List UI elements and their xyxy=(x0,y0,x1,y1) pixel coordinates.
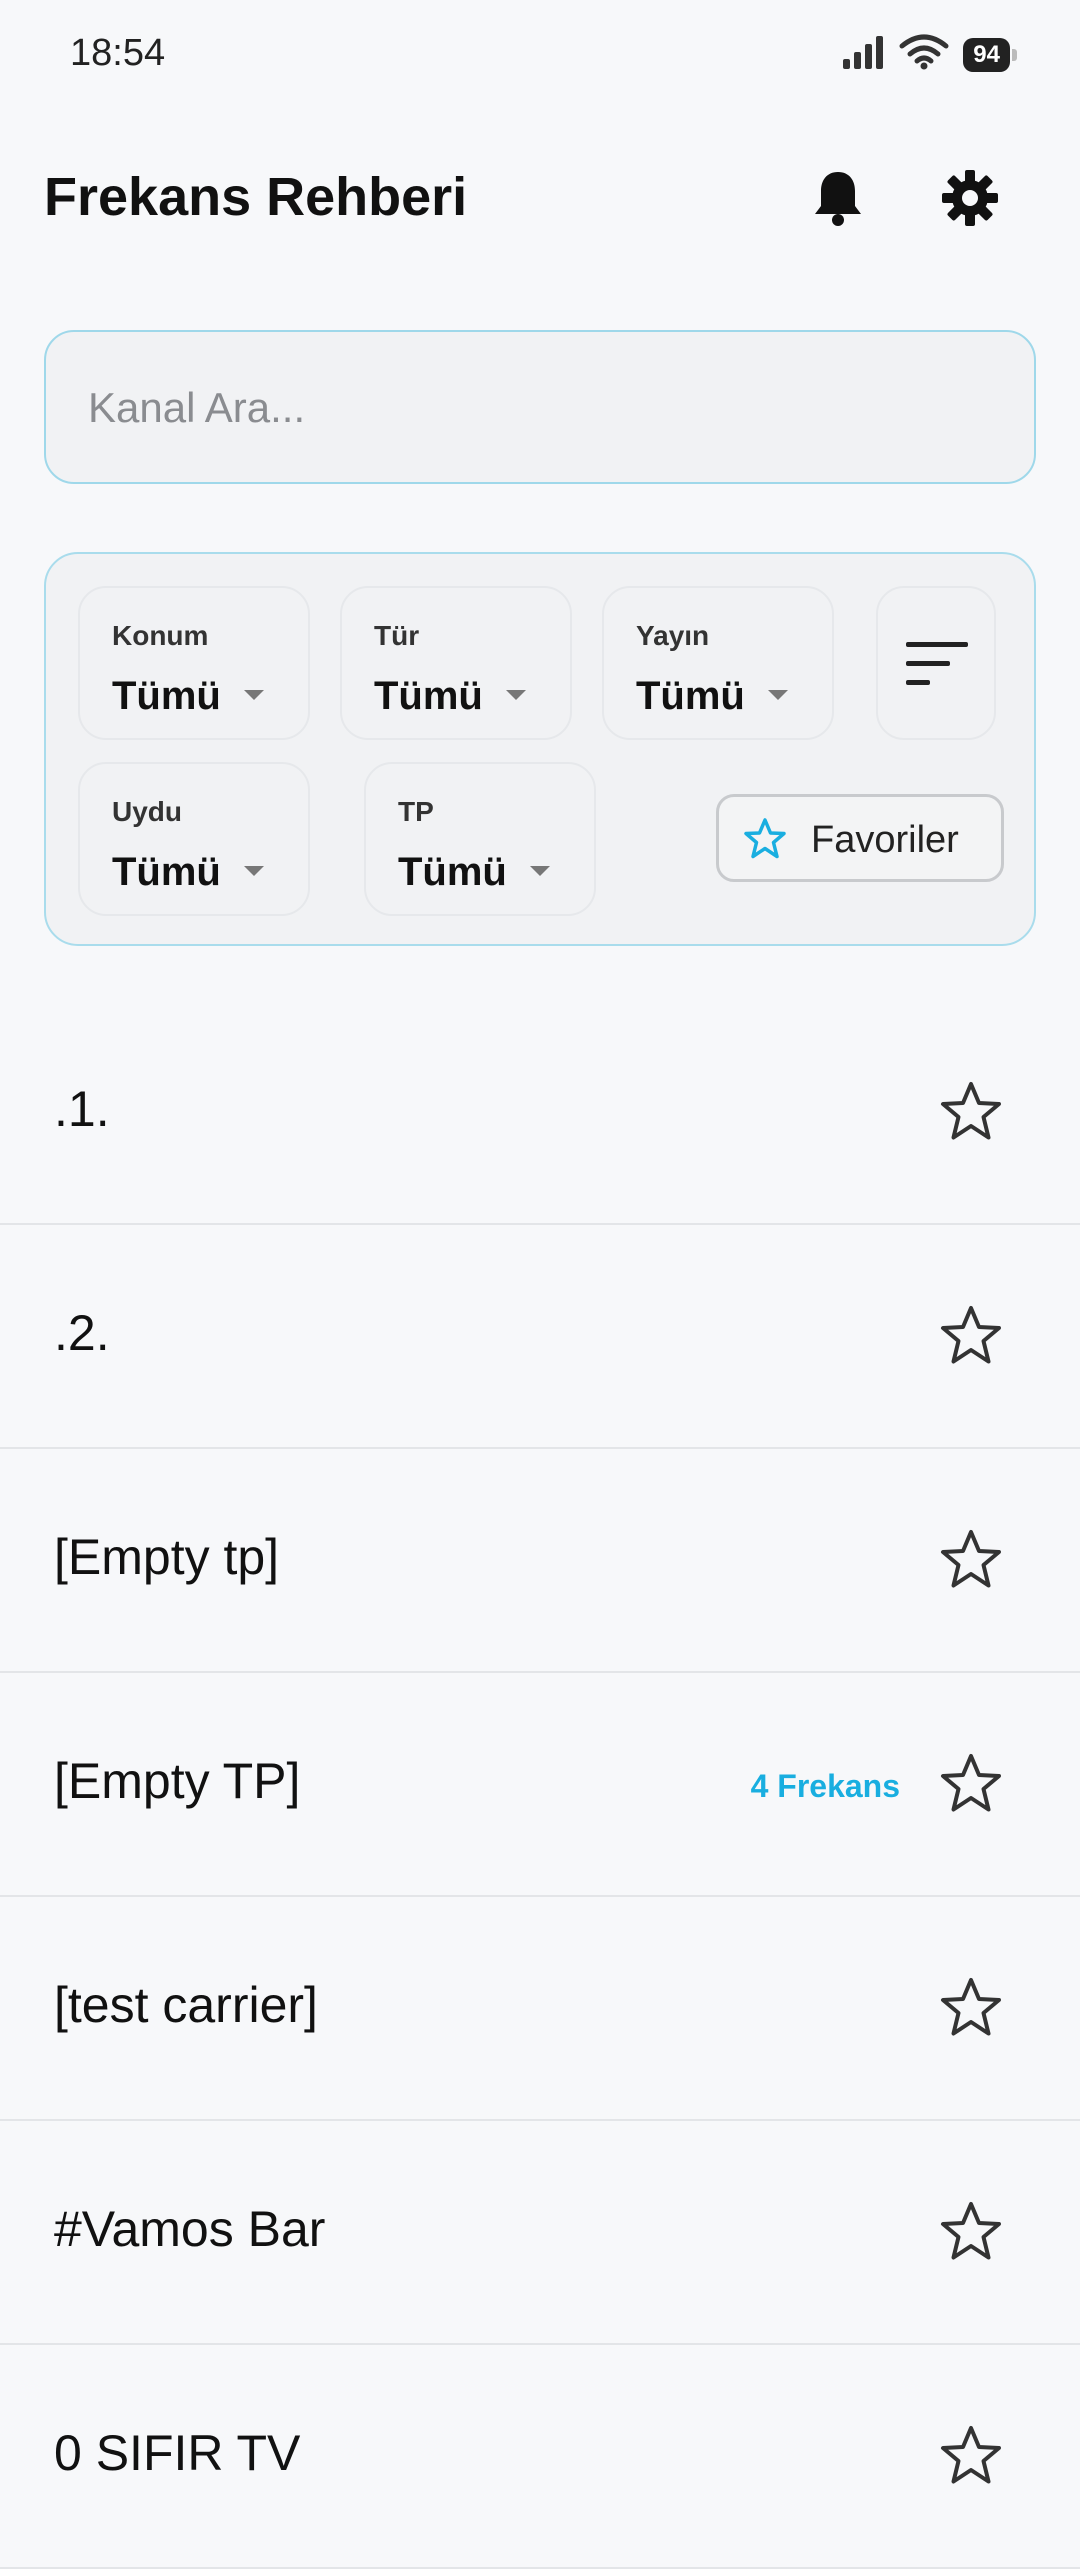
list-item[interactable]: 0 SIFIR TV xyxy=(0,2345,1080,2569)
notifications-button[interactable] xyxy=(798,160,878,240)
signal-icon xyxy=(841,35,885,74)
sort-button[interactable] xyxy=(876,586,996,740)
list-item[interactable]: [Empty TP] 4 Frekans xyxy=(0,1673,1080,1897)
list-item[interactable]: .2. xyxy=(0,1225,1080,1449)
filter-uydu-label: Uydu xyxy=(112,796,182,827)
channel-name: .2. xyxy=(54,1305,110,1361)
filter-yayin[interactable]: Yayın Tümü xyxy=(602,586,834,740)
status-time: 18:54 xyxy=(70,32,166,74)
channel-name: #Vamos Bar xyxy=(54,2201,326,2257)
bell-icon xyxy=(811,168,865,233)
search-box xyxy=(44,330,1036,484)
filter-konum-label: Konum xyxy=(112,620,209,651)
status-icons: 94 xyxy=(841,34,1017,75)
dropdown-arrow-icon xyxy=(244,866,264,876)
filter-konum[interactable]: Konum Tümü xyxy=(78,586,310,740)
favorite-star-icon[interactable] xyxy=(938,1079,1004,1145)
dropdown-arrow-icon xyxy=(244,690,264,700)
dropdown-arrow-icon xyxy=(768,690,788,700)
search-input[interactable] xyxy=(86,332,990,484)
list-item[interactable]: #Vamos Bar xyxy=(0,2121,1080,2345)
filter-tp-value: Tümü xyxy=(398,850,507,894)
dropdown-arrow-icon xyxy=(506,690,526,700)
list-item[interactable]: [test carrier] xyxy=(0,1897,1080,2121)
filter-tur-value: Tümü xyxy=(374,674,483,718)
filter-tp-label: TP xyxy=(398,796,434,827)
favorite-star-icon[interactable] xyxy=(938,1527,1004,1593)
filter-uydu[interactable]: Uydu Tümü xyxy=(78,762,310,916)
channel-name: 0 SIFIR TV xyxy=(54,2425,301,2481)
channel-list: .1. .2. [Empty tp] [Empty TP] 4 Frekans … xyxy=(0,1001,1080,2569)
sort-icon xyxy=(906,642,968,691)
filter-tur[interactable]: Tür Tümü xyxy=(340,586,572,740)
favorite-star-icon[interactable] xyxy=(938,1975,1004,2041)
favorite-star-icon[interactable] xyxy=(938,2423,1004,2489)
filter-yayin-label: Yayın xyxy=(636,620,710,651)
favorite-star-icon[interactable] xyxy=(938,2199,1004,2265)
status-bar: 18:54 94 xyxy=(0,0,1080,110)
channel-name: [Empty tp] xyxy=(54,1529,280,1585)
filter-yayin-value: Tümü xyxy=(636,674,745,718)
dropdown-arrow-icon xyxy=(530,866,550,876)
filter-panel: Konum Tümü Tür Tümü Yayın Tümü Uydu Tümü… xyxy=(44,552,1036,946)
favorite-star-icon[interactable] xyxy=(938,1303,1004,1369)
frequency-count: 4 Frekans xyxy=(750,1768,900,1804)
channel-name: .1. xyxy=(54,1081,110,1137)
channel-name: [test carrier] xyxy=(54,1977,318,2033)
list-item[interactable]: .1. xyxy=(0,1001,1080,1225)
page-title: Frekans Rehberi xyxy=(44,167,468,227)
favorites-label: Favoriler xyxy=(811,819,959,861)
favorite-star-icon[interactable] xyxy=(938,1751,1004,1817)
wifi-icon xyxy=(899,34,949,75)
filter-tp[interactable]: TP Tümü xyxy=(364,762,596,916)
channel-name: [Empty TP] xyxy=(54,1753,301,1809)
battery-icon: 94 xyxy=(963,37,1017,72)
list-item[interactable]: [Empty tp] xyxy=(0,1449,1080,1673)
filter-konum-value: Tümü xyxy=(112,674,221,718)
favorites-button[interactable]: Favoriler xyxy=(716,794,1004,882)
gear-icon xyxy=(940,168,1000,233)
filter-tur-label: Tür xyxy=(374,620,420,651)
star-outline-icon xyxy=(743,817,787,866)
settings-button[interactable] xyxy=(930,160,1010,240)
filter-uydu-value: Tümü xyxy=(112,850,221,894)
